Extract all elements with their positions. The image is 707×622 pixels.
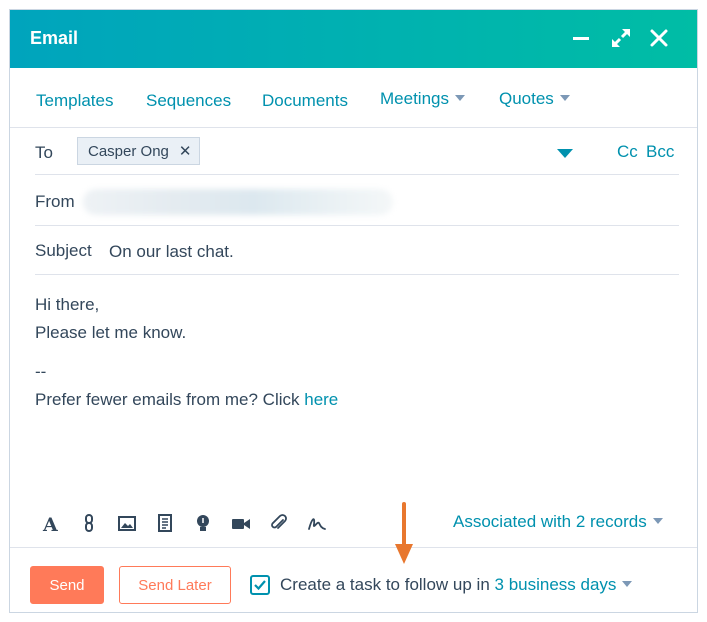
unsubscribe-line: Prefer fewer emails from me? Click here [35,390,338,410]
subject-field[interactable]: On our last chat. [109,242,234,262]
task-delay-label: 3 business days [494,575,617,594]
link-icon[interactable] [78,512,100,534]
annotation-arrow-icon [395,502,413,564]
email-footer: Send Send Later Create a task to follow … [10,547,697,613]
expand-icon[interactable] [607,24,635,52]
meetings-label: Meetings [380,89,449,108]
send-later-button[interactable]: Send Later [119,566,231,604]
meetings-dropdown[interactable]: Meetings [380,89,465,109]
close-icon[interactable] [645,24,673,52]
task-text: Create a task to follow up in [280,575,495,594]
follow-up-task-checkbox[interactable] [250,575,270,595]
minimize-icon[interactable] [567,24,595,52]
knowledge-icon[interactable] [192,512,214,534]
associations-label: Associated with 2 records [453,512,647,531]
to-row: To Casper Ong ✕ Cc Bcc [35,128,679,175]
unsubscribe-link[interactable]: here [304,390,338,409]
sequences-tab[interactable]: Sequences [146,91,231,111]
checkmark-icon [254,580,266,591]
video-icon[interactable] [230,512,252,534]
chevron-down-icon [454,95,465,102]
cc-link[interactable]: Cc [617,142,638,162]
email-titlebar: Email [10,10,697,68]
email-toolbar: Templates Sequences Documents Meetings Q… [10,68,697,128]
recipient-name: Casper Ong [88,142,169,160]
bcc-link[interactable]: Bcc [646,142,674,162]
from-address-redacted[interactable] [83,189,393,215]
to-label: To [35,143,53,162]
email-window: Email Templates Sequences Documents Meet… [9,9,698,613]
unsubscribe-text: Prefer fewer emails from me? Click [35,390,305,409]
templates-tab[interactable]: Templates [36,91,113,111]
attachment-icon[interactable] [268,512,290,534]
svg-text:A: A [42,514,58,534]
quotes-dropdown[interactable]: Quotes [499,89,570,109]
from-row: From [35,175,679,226]
snippet-icon[interactable] [154,512,176,534]
window-title: Email [30,28,79,48]
recipient-chip[interactable]: Casper Ong ✕ [77,137,201,165]
send-button[interactable]: Send [30,566,104,604]
body-line: Hi there, [35,295,100,314]
text-format-icon[interactable]: A [40,512,62,536]
signature-separator: -- [35,362,47,381]
associations-dropdown[interactable]: Associated with 2 records [453,512,663,532]
body-line: Please let me know. [35,323,187,342]
subject-row: Subject On our last chat. [35,226,679,275]
subject-label: Subject [35,241,92,260]
task-delay-dropdown[interactable]: 3 business days [495,575,633,594]
chevron-down-icon [559,95,570,102]
signature-icon[interactable] [306,512,328,534]
chevron-down-icon [652,518,663,525]
chevron-down-icon [622,581,633,588]
follow-up-task-label: Create a task to follow up in 3 business… [280,575,633,595]
quotes-label: Quotes [499,89,554,108]
remove-recipient-icon[interactable]: ✕ [179,142,192,160]
documents-tab[interactable]: Documents [262,91,348,111]
from-label: From [35,192,75,211]
recipient-dropdown-icon[interactable] [557,149,573,158]
image-icon[interactable] [116,512,138,534]
